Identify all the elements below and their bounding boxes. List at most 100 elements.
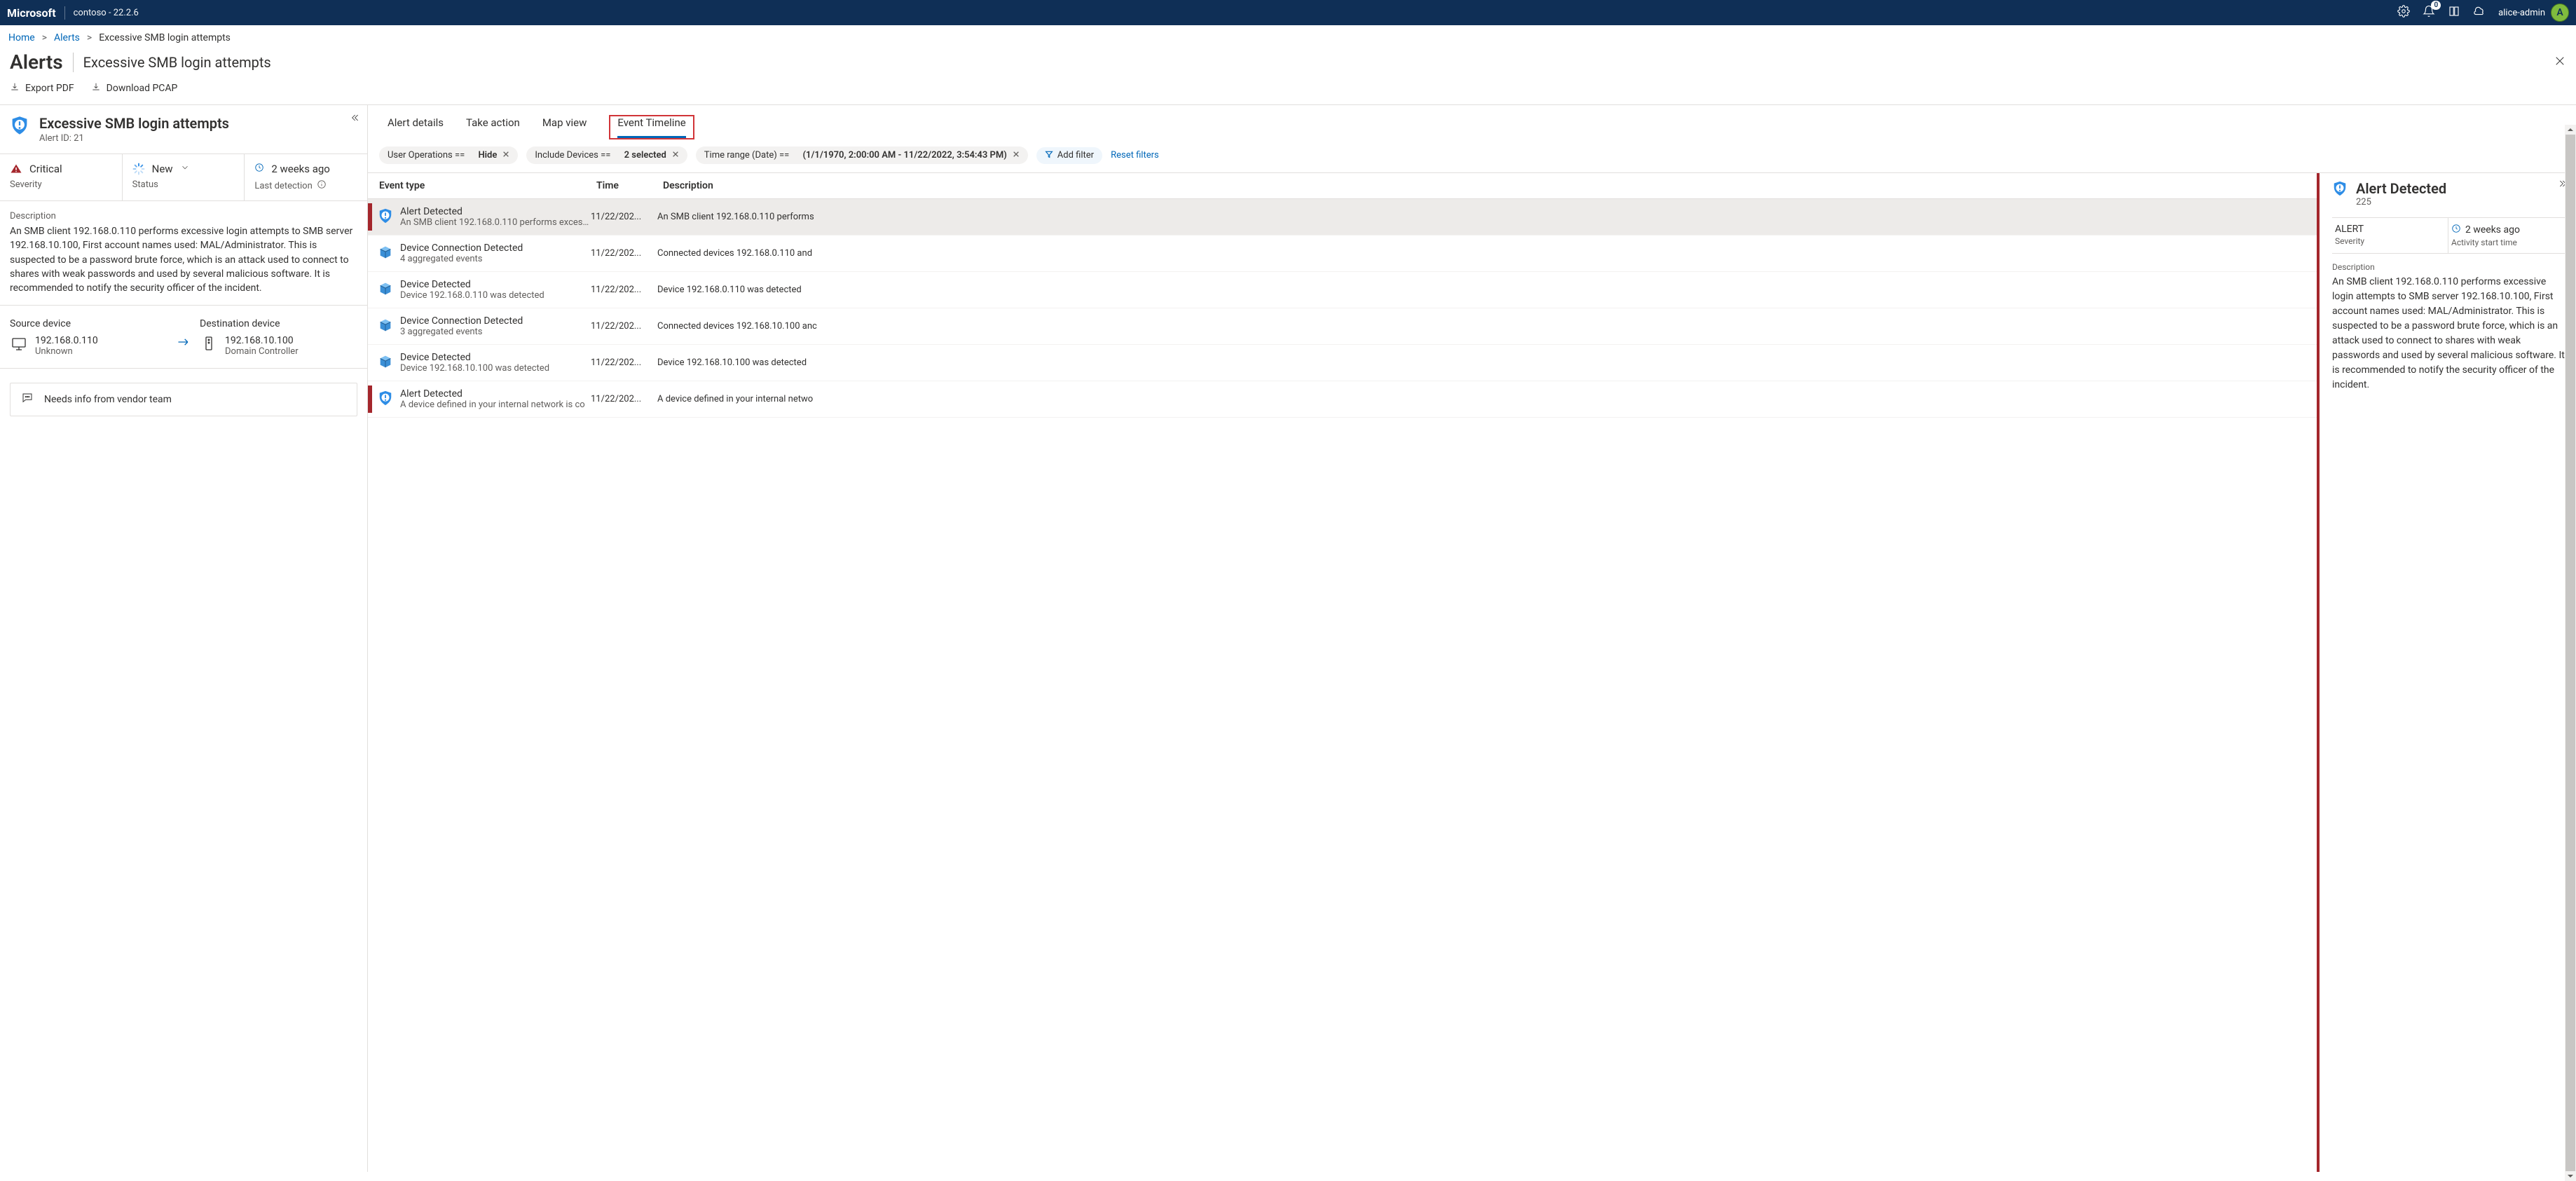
- table-row[interactable]: Device DetectedDevice 192.168.0.110 was …: [368, 272, 2317, 308]
- download-pcap-button[interactable]: Download PCAP: [91, 82, 178, 95]
- tab-alert-details[interactable]: Alert details: [388, 116, 444, 138]
- row-subtitle: A device defined in your internal networ…: [400, 400, 585, 410]
- row-description: Device 192.168.0.110 was detected: [657, 285, 2317, 295]
- user-menu[interactable]: alice-admin A: [2498, 4, 2569, 22]
- crumb-alerts[interactable]: Alerts: [54, 32, 80, 43]
- close-icon[interactable]: [1013, 150, 1020, 161]
- avatar: A: [2551, 4, 2569, 22]
- col-time[interactable]: Time: [591, 180, 657, 191]
- detection-cell: 2 weeks ago Last detection: [245, 154, 367, 200]
- clock-icon: [2451, 224, 2461, 236]
- gear-icon[interactable]: [2397, 5, 2410, 20]
- breadcrumb: Home > Alerts > Excessive SMB login atte…: [0, 25, 2576, 49]
- shield-alert-icon: [2332, 180, 2348, 200]
- detail-pane: Alert Detected 225 ALERT Severity 2 week…: [2317, 173, 2576, 1172]
- destination-device-label: Destination device: [200, 318, 357, 329]
- tab-event-timeline[interactable]: Event Timeline: [617, 116, 685, 138]
- col-description[interactable]: Description: [657, 180, 2317, 191]
- chevron-down-icon: [180, 163, 190, 175]
- destination-type: Domain Controller: [225, 346, 299, 357]
- row-time: 11/22/202...: [591, 285, 657, 295]
- row-title: Device Connection Detected: [400, 315, 523, 327]
- cube-icon: [378, 318, 393, 336]
- tab-map-view[interactable]: Map view: [542, 116, 587, 138]
- page-scrollbar[interactable]: [2565, 125, 2576, 1181]
- arrow-right-icon: [167, 318, 200, 348]
- crumb-current: Excessive SMB login attempts: [99, 32, 231, 43]
- right-pane: Alert details Take action Map view Event…: [368, 105, 2576, 1172]
- devices-block: Source device 192.168.0.110 Unknown Dest…: [0, 306, 367, 369]
- event-table: Event type Time Description Alert Detect…: [368, 173, 2317, 1172]
- tabs: Alert details Take action Map view Event…: [368, 105, 2576, 138]
- cube-icon: [378, 245, 393, 263]
- stat-strip: Critical Severity New Status 2 weeks ago…: [0, 154, 367, 201]
- source-device-label: Source device: [10, 318, 167, 329]
- row-time: 11/22/202...: [591, 248, 657, 259]
- export-pdf-label: Export PDF: [25, 83, 74, 94]
- info-icon[interactable]: [317, 179, 327, 192]
- download-icon: [10, 82, 20, 95]
- row-subtitle: An SMB client 192.168.0.110 performs exc…: [400, 217, 591, 228]
- cloud-icon[interactable]: [2473, 5, 2486, 20]
- page-subtitle: Excessive SMB login attempts: [83, 54, 271, 71]
- user-name: alice-admin: [2498, 8, 2545, 18]
- source-ip: 192.168.0.110: [35, 335, 98, 346]
- page-title-row: Alerts Excessive SMB login attempts: [0, 49, 2576, 78]
- page-title: Alerts: [10, 50, 63, 74]
- row-title: Alert Detected: [400, 388, 585, 400]
- row-title: Alert Detected: [400, 206, 591, 217]
- brand-label: Microsoft: [7, 6, 65, 20]
- table-row[interactable]: Alert DetectedA device defined in your i…: [368, 381, 2317, 418]
- filter-include-devices[interactable]: Include Devices == 2 selected: [526, 146, 687, 164]
- filter-time-range[interactable]: Time range (Date) == (1/1/1970, 2:00:00 …: [696, 146, 1028, 164]
- monitor-icon: [10, 335, 28, 355]
- source-type: Unknown: [35, 346, 98, 357]
- col-event-type[interactable]: Event type: [374, 180, 591, 191]
- reset-filters-link[interactable]: Reset filters: [1111, 150, 1159, 161]
- filter-icon: [1045, 150, 1053, 161]
- severity-value: Critical: [29, 163, 62, 175]
- server-icon: [200, 335, 218, 355]
- book-icon[interactable]: [2448, 5, 2460, 20]
- shield-alert-icon: [378, 390, 393, 409]
- table-row[interactable]: Device Connection Detected3 aggregated e…: [368, 308, 2317, 345]
- tab-take-action[interactable]: Take action: [466, 116, 520, 138]
- download-pcap-label: Download PCAP: [107, 83, 178, 94]
- add-filter-button[interactable]: Add filter: [1036, 147, 1102, 164]
- crumb-home[interactable]: Home: [8, 32, 35, 43]
- close-icon[interactable]: [672, 150, 679, 161]
- table-row[interactable]: Device DetectedDevice 192.168.10.100 was…: [368, 345, 2317, 381]
- status-label: Status: [132, 179, 235, 190]
- tenant-label: contoso - 22.2.6: [65, 8, 139, 18]
- export-pdf-button[interactable]: Export PDF: [10, 82, 74, 95]
- clock-icon: [254, 163, 264, 175]
- detail-title: Alert Detected: [2356, 180, 2446, 197]
- table-row[interactable]: Device Connection Detected4 aggregated e…: [368, 235, 2317, 272]
- row-time: 11/22/202...: [591, 394, 657, 404]
- detail-start-label: Activity start time: [2451, 238, 2562, 247]
- warning-icon: [10, 163, 22, 175]
- spinner-icon: [132, 163, 145, 175]
- note-box[interactable]: Needs info from vendor team: [10, 383, 357, 416]
- detail-start-value: 2 weeks ago: [2465, 224, 2520, 235]
- table-row[interactable]: Alert DetectedAn SMB client 192.168.0.11…: [368, 199, 2317, 235]
- row-time: 11/22/202...: [591, 212, 657, 222]
- event-area: Event type Time Description Alert Detect…: [368, 172, 2576, 1172]
- notification-icon[interactable]: 0: [2423, 5, 2435, 20]
- close-icon[interactable]: [502, 150, 509, 161]
- close-button[interactable]: [2554, 55, 2566, 70]
- detail-severity-label: Severity: [2335, 236, 2445, 246]
- table-header: Event type Time Description: [368, 173, 2317, 199]
- cube-icon: [378, 281, 393, 299]
- filter-user-operations[interactable]: User Operations == Hide: [379, 146, 518, 164]
- detection-value: 2 weeks ago: [271, 163, 330, 175]
- status-cell[interactable]: New Status: [123, 154, 245, 200]
- row-description: Connected devices 192.168.0.110 and: [657, 248, 2317, 259]
- row-subtitle: Device 192.168.0.110 was detected: [400, 290, 544, 301]
- row-title: Device Detected: [400, 279, 544, 290]
- main-area: Excessive SMB login attempts Alert ID: 2…: [0, 104, 2576, 1172]
- cube-icon: [378, 354, 393, 372]
- description-text: An SMB client 192.168.0.110 performs exc…: [10, 224, 357, 295]
- collapse-button[interactable]: [349, 112, 360, 126]
- row-subtitle: Device 192.168.10.100 was detected: [400, 363, 549, 374]
